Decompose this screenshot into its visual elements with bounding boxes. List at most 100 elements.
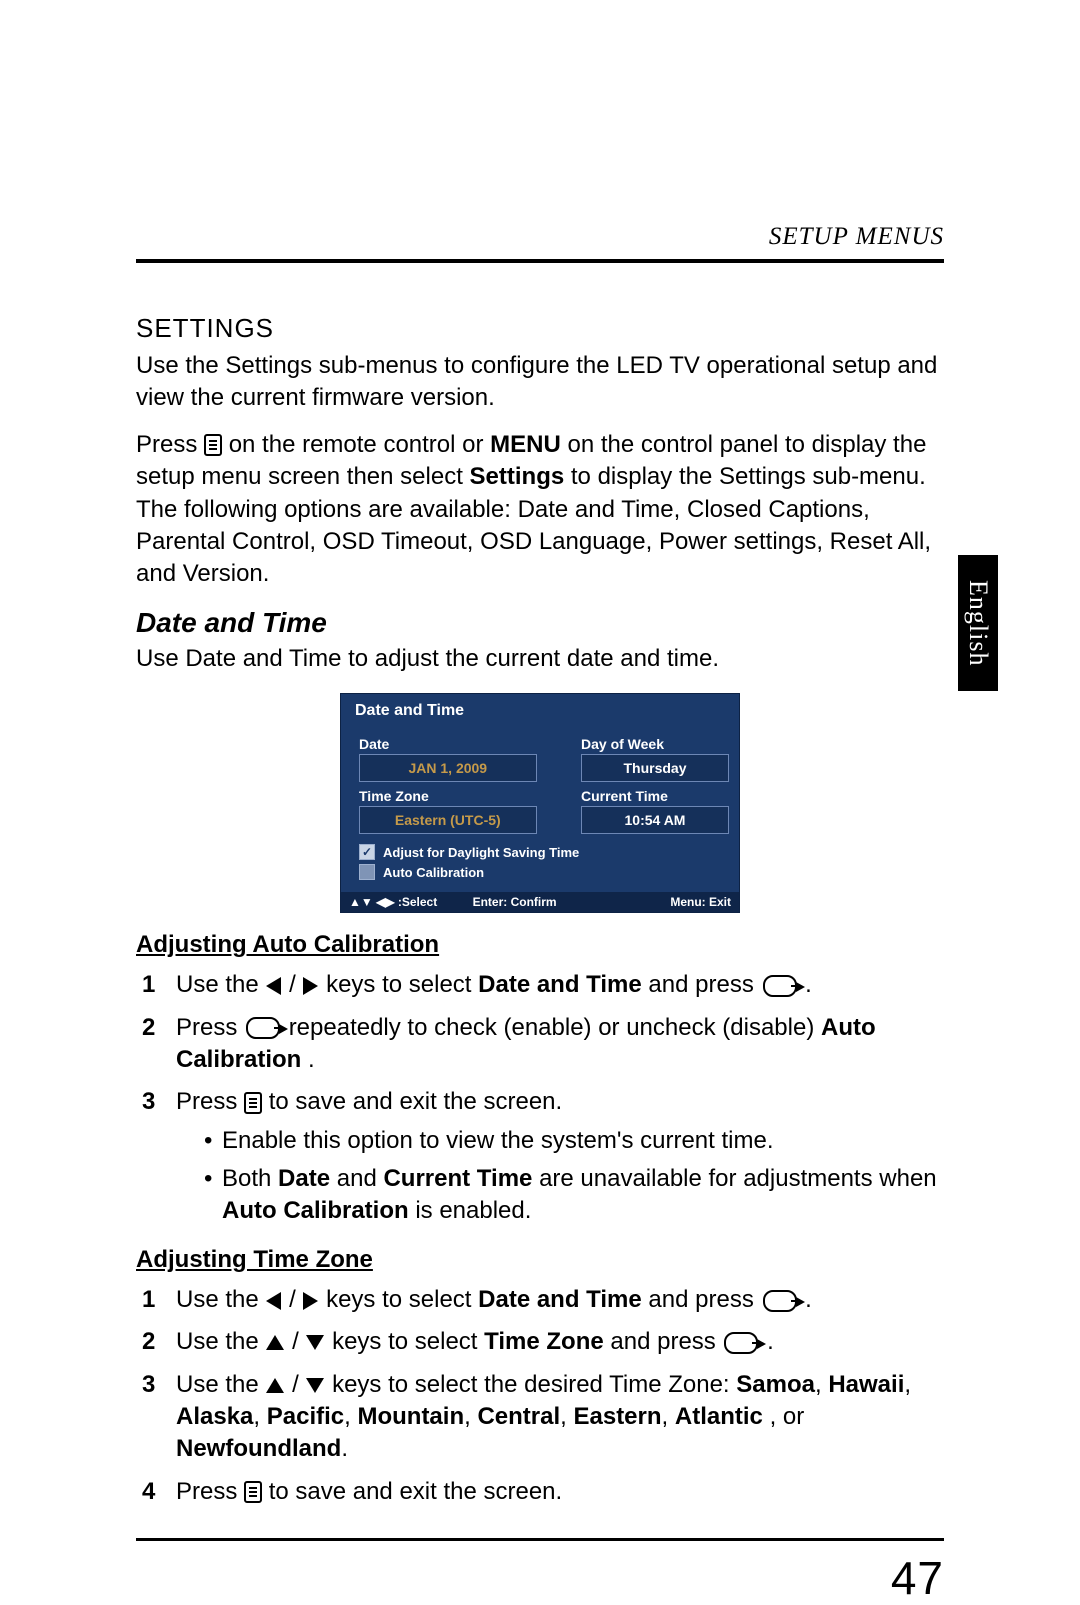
manual-page: SETUP MENUS SETTINGS Use the Settings su… (136, 0, 944, 1529)
osd-ct-label: Current Time (581, 788, 729, 804)
text: and press (648, 971, 760, 998)
text: keys to select (326, 971, 478, 998)
page-number: 47 (136, 1551, 944, 1605)
right-arrow-icon (303, 1292, 318, 1310)
text: Press (136, 431, 204, 458)
text: . (805, 1286, 812, 1313)
header-rule (136, 259, 944, 263)
tz-item: Newfoundland (176, 1435, 341, 1462)
sep: , (344, 1403, 357, 1430)
text: keys to select the desired Time Zone: (332, 1371, 736, 1398)
step: Use the / keys to select Date and Time a… (142, 1284, 944, 1316)
text: . (341, 1435, 348, 1462)
tz-item: Atlantic (675, 1403, 763, 1430)
bullet: Both Date and Current Time are unavailab… (204, 1163, 944, 1228)
osd-footer: ▲▼ ◀▶ :Select Enter: Confirm Menu: Exit (341, 892, 739, 912)
section-breadcrumb: SETUP MENUS (136, 223, 944, 251)
text: are unavailable for adjustments when (539, 1165, 937, 1192)
sep: , (662, 1403, 675, 1430)
osd-footer-select: ▲▼ ◀▶ :Select (349, 895, 437, 909)
settings-heading: SETTINGS (136, 313, 944, 344)
up-arrow-icon (266, 1378, 284, 1393)
sep: , (560, 1403, 573, 1430)
text: on the remote control or (229, 431, 490, 458)
menu-icon (244, 1481, 262, 1503)
menu-icon (204, 434, 222, 456)
text: / (289, 971, 302, 998)
step: Use the / keys to select Date and Time a… (142, 969, 944, 1001)
text: keys to select (326, 1286, 478, 1313)
text-bold: Current Time (383, 1165, 532, 1192)
text: Use the (176, 971, 265, 998)
text-bold: Date and Time (478, 971, 642, 998)
text-bold: Date (278, 1165, 330, 1192)
osd-dow-label: Day of Week (581, 736, 729, 752)
enter-icon (763, 975, 797, 997)
osd-footer-enter: Enter: Confirm (473, 895, 557, 909)
text: to save and exit the screen. (269, 1088, 563, 1115)
osd-footer-menu: Menu: Exit (670, 895, 731, 909)
sep: , (815, 1371, 828, 1398)
osd-body: Date JAN 1, 2009 Day of Week Thursday Ti… (341, 724, 739, 892)
tz-item: Central (477, 1403, 560, 1430)
sep: , (253, 1403, 266, 1430)
menu-word: MENU (490, 431, 561, 458)
sep: , or (770, 1403, 805, 1430)
text-bold: Auto Calibration (222, 1197, 409, 1224)
text: Press (176, 1478, 244, 1505)
osd-tz-label: Time Zone (359, 788, 537, 804)
step: Press repeatedly to check (enable) or un… (142, 1012, 944, 1077)
sep: , (464, 1403, 477, 1430)
settings-word: Settings (470, 463, 565, 490)
text: and press (648, 1286, 760, 1313)
footer-rule (136, 1538, 944, 1541)
settings-intro: Use the Settings sub-menus to configure … (136, 350, 944, 415)
tz-item: Alaska (176, 1403, 253, 1430)
text: . (767, 1328, 774, 1355)
step: Press to save and exit the screen. (142, 1476, 944, 1508)
text: Use the (176, 1371, 265, 1398)
osd-dst-label: Adjust for Daylight Saving Time (383, 845, 579, 860)
text: is enabled. (415, 1197, 531, 1224)
text: Use the (176, 1328, 265, 1355)
text: to save and exit the screen. (269, 1478, 563, 1505)
osd-ct-value: 10:54 AM (581, 806, 729, 834)
left-arrow-icon (266, 977, 281, 995)
text: Press (176, 1088, 244, 1115)
tz-item: Pacific (267, 1403, 344, 1430)
osd-autocal-row: Auto Calibration (359, 864, 729, 880)
text: Both (222, 1165, 278, 1192)
text: . (308, 1046, 315, 1073)
language-tab: English (958, 555, 998, 691)
tz-steps: Use the / keys to select Date and Time a… (142, 1284, 944, 1508)
text: / (289, 1286, 302, 1313)
settings-press-paragraph: Press on the remote control or MENU on t… (136, 429, 944, 591)
text: keys to select (332, 1328, 484, 1355)
text: and press (610, 1328, 722, 1355)
auto-cal-heading: Adjusting Auto Calibration (136, 931, 944, 959)
step: Press to save and exit the screen. Enabl… (142, 1086, 944, 1228)
enter-icon (763, 1290, 797, 1312)
right-arrow-icon (303, 977, 318, 995)
osd-title: Date and Time (341, 694, 739, 724)
checkbox-unchecked-icon (359, 864, 375, 880)
left-arrow-icon (266, 1292, 281, 1310)
tz-heading: Adjusting Time Zone (136, 1246, 944, 1274)
osd-dst-row: ✓ Adjust for Daylight Saving Time (359, 844, 729, 860)
up-arrow-icon (266, 1335, 284, 1350)
date-time-heading: Date and Time (136, 607, 944, 639)
osd-dow-value: Thursday (581, 754, 729, 782)
text-bold: Date and Time (478, 1286, 642, 1313)
osd-autocal-label: Auto Calibration (383, 865, 484, 880)
text: / (292, 1328, 305, 1355)
down-arrow-icon (306, 1378, 324, 1393)
osd-screenshot: Date and Time Date JAN 1, 2009 Day of We… (340, 693, 740, 913)
text: repeatedly to check (enable) or uncheck … (289, 1014, 821, 1041)
text: / (292, 1371, 305, 1398)
menu-icon (244, 1092, 262, 1114)
tz-item: Mountain (357, 1403, 464, 1430)
text-bold: Time Zone (484, 1328, 604, 1355)
text: Press (176, 1014, 244, 1041)
osd-date-label: Date (359, 736, 537, 752)
down-arrow-icon (306, 1335, 324, 1350)
